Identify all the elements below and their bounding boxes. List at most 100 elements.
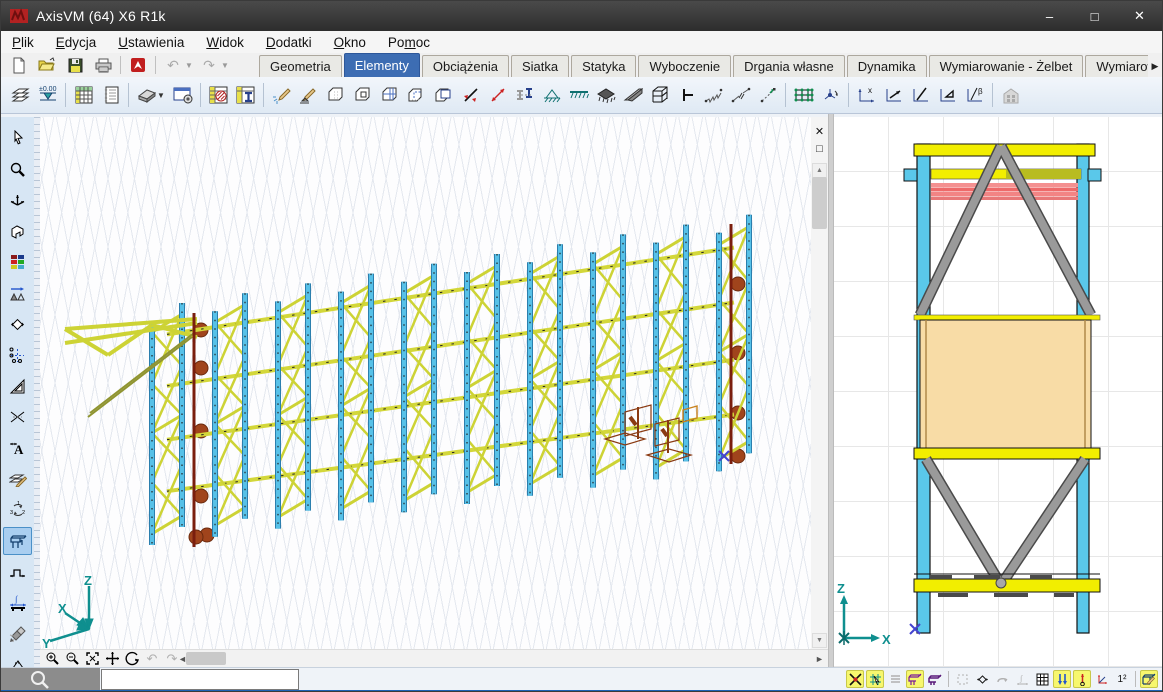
save-button[interactable] bbox=[61, 54, 89, 76]
edge-direction-button[interactable] bbox=[484, 81, 511, 109]
transform-tool-button[interactable] bbox=[3, 279, 32, 307]
dof-button[interactable] bbox=[817, 81, 844, 109]
status-reactions-toggle[interactable] bbox=[1073, 670, 1091, 688]
menu-edycja[interactable]: Edycja bbox=[45, 31, 108, 53]
render-tool-button[interactable] bbox=[3, 620, 32, 648]
scroll-right-button[interactable]: ► bbox=[813, 651, 826, 666]
local-line-button[interactable] bbox=[907, 81, 934, 109]
command-input[interactable] bbox=[101, 669, 299, 690]
table-browser-button[interactable] bbox=[70, 81, 97, 109]
status-edit-parts-toggle[interactable] bbox=[1140, 670, 1158, 688]
domain-extrude-button[interactable] bbox=[430, 81, 457, 109]
menu-okno[interactable]: Okno bbox=[323, 31, 377, 53]
draw-support-button[interactable] bbox=[295, 81, 322, 109]
color-coding-button[interactable] bbox=[3, 248, 32, 276]
level-button[interactable]: ±0.00 bbox=[34, 81, 61, 109]
status-drag-toggle[interactable] bbox=[993, 670, 1011, 688]
status-clipboard-toggle[interactable] bbox=[953, 670, 971, 688]
select-tool-button[interactable] bbox=[3, 124, 32, 152]
search-block[interactable] bbox=[1, 668, 100, 691]
zoom-tool-button[interactable] bbox=[3, 155, 32, 183]
viewport-close-button[interactable]: ✕ bbox=[812, 123, 827, 139]
scroll-up-button[interactable]: ▲ bbox=[812, 163, 827, 178]
undo-dropdown-button[interactable]: ▼ bbox=[185, 61, 195, 70]
views-tool-button[interactable] bbox=[3, 186, 32, 214]
tab-siatka[interactable]: Siatka bbox=[511, 55, 569, 77]
rotate-view-button[interactable] bbox=[122, 650, 142, 667]
domain-hole-button[interactable] bbox=[349, 81, 376, 109]
model-front-view[interactable]: Z X bbox=[834, 117, 1163, 667]
redo-dropdown-button[interactable]: ▼ bbox=[221, 61, 231, 70]
tab-geometria[interactable]: Geometria bbox=[259, 55, 342, 77]
line-direction-button[interactable] bbox=[457, 81, 484, 109]
workplane-tool-button[interactable] bbox=[3, 217, 32, 245]
undo-button[interactable]: ↶ bbox=[159, 54, 187, 76]
status-workplane-toggle[interactable] bbox=[906, 670, 924, 688]
spring-button[interactable] bbox=[700, 81, 727, 109]
minimize-button[interactable]: – bbox=[1027, 1, 1072, 31]
zoom-in-button[interactable] bbox=[42, 650, 62, 667]
local-direction-button[interactable] bbox=[880, 81, 907, 109]
vertical-scrollbar-thumb[interactable] bbox=[812, 177, 827, 229]
pan-button[interactable] bbox=[102, 650, 122, 667]
local-plane-button[interactable] bbox=[934, 81, 961, 109]
polyline-tool-button[interactable] bbox=[3, 558, 32, 586]
beam-diagram-button[interactable]: ∫ bbox=[3, 589, 32, 617]
frame-structure-button[interactable] bbox=[646, 81, 673, 109]
link-element-button[interactable] bbox=[754, 81, 781, 109]
nodal-support-button[interactable] bbox=[538, 81, 565, 109]
menu-pomoc[interactable]: Pomoc bbox=[377, 31, 441, 53]
local-angle-button[interactable]: β bbox=[961, 81, 988, 109]
intersect-tool-button[interactable] bbox=[3, 403, 32, 431]
tab-wymiarowanie-zelbet[interactable]: Wymiarowanie - Żelbet bbox=[929, 55, 1084, 77]
status-function-toggle[interactable]: ∫ bbox=[1013, 670, 1031, 688]
print-button[interactable] bbox=[89, 54, 117, 76]
status-list-toggle[interactable] bbox=[886, 670, 904, 688]
building-module-button[interactable] bbox=[997, 81, 1024, 109]
material-table-button[interactable] bbox=[205, 81, 232, 109]
edit-tool-button[interactable] bbox=[3, 465, 32, 493]
view-undo-button[interactable]: ↶ bbox=[142, 650, 162, 667]
new-file-button[interactable] bbox=[5, 54, 33, 76]
rib-button[interactable] bbox=[619, 81, 646, 109]
layers-button[interactable] bbox=[7, 81, 34, 109]
gap-element-button[interactable] bbox=[727, 81, 754, 109]
grid-settings-button[interactable] bbox=[3, 341, 32, 369]
tab-wymiarowanie-stal[interactable]: Wymiarowanie - Stal bbox=[1085, 55, 1148, 77]
line-support-button[interactable] bbox=[565, 81, 592, 109]
tab-wyboczenie[interactable]: Wyboczenie bbox=[638, 55, 731, 77]
status-workplane-b-toggle[interactable] bbox=[926, 670, 944, 688]
horizontal-scrollbar-thumb[interactable] bbox=[186, 652, 226, 665]
menu-plik[interactable]: Plik bbox=[1, 31, 45, 53]
status-local-axes-toggle[interactable] bbox=[1093, 670, 1111, 688]
parts-tool-button[interactable] bbox=[3, 527, 32, 555]
tab-elementy[interactable]: Elementy bbox=[344, 53, 420, 77]
menu-dodatki[interactable]: Dodatki bbox=[255, 31, 323, 53]
status-delete-toggle[interactable] bbox=[846, 670, 864, 688]
dimension-text-button[interactable]: A bbox=[3, 434, 32, 462]
tab-obciazenia[interactable]: Obciążenia bbox=[422, 55, 509, 77]
front-view-panel[interactable]: Z X bbox=[834, 117, 1163, 667]
model-3d-view[interactable]: Z X Y bbox=[40, 117, 811, 649]
domain-union-button[interactable] bbox=[403, 81, 430, 109]
status-numbering-toggle[interactable]: 1² bbox=[1113, 670, 1131, 688]
cross-section-table-button[interactable] bbox=[232, 81, 259, 109]
zoom-fit-button[interactable] bbox=[82, 650, 102, 667]
main-viewport[interactable]: Z X Y bbox=[40, 117, 811, 649]
draw-node-button[interactable] bbox=[268, 81, 295, 109]
menu-ustawienia[interactable]: Ustawienia bbox=[107, 31, 195, 53]
domain-modify-button[interactable] bbox=[376, 81, 403, 109]
rotate-tool-button[interactable] bbox=[3, 310, 32, 338]
tab-statyka[interactable]: Statyka bbox=[571, 55, 636, 77]
status-rotate-toggle[interactable] bbox=[973, 670, 991, 688]
viewport-restore-button[interactable]: □ bbox=[812, 141, 827, 157]
section-segment-button[interactable] bbox=[511, 81, 538, 109]
local-x-button[interactable]: x bbox=[853, 81, 880, 109]
redo-button[interactable]: ↷ bbox=[195, 54, 223, 76]
maximize-button[interactable]: □ bbox=[1072, 1, 1117, 31]
menu-widok[interactable]: Widok bbox=[195, 31, 255, 53]
status-loads-toggle[interactable] bbox=[1053, 670, 1071, 688]
snapshot-button[interactable] bbox=[169, 81, 196, 109]
tab-drgania-wlasne[interactable]: Drgania własne bbox=[733, 55, 845, 77]
open-file-button[interactable] bbox=[33, 54, 61, 76]
